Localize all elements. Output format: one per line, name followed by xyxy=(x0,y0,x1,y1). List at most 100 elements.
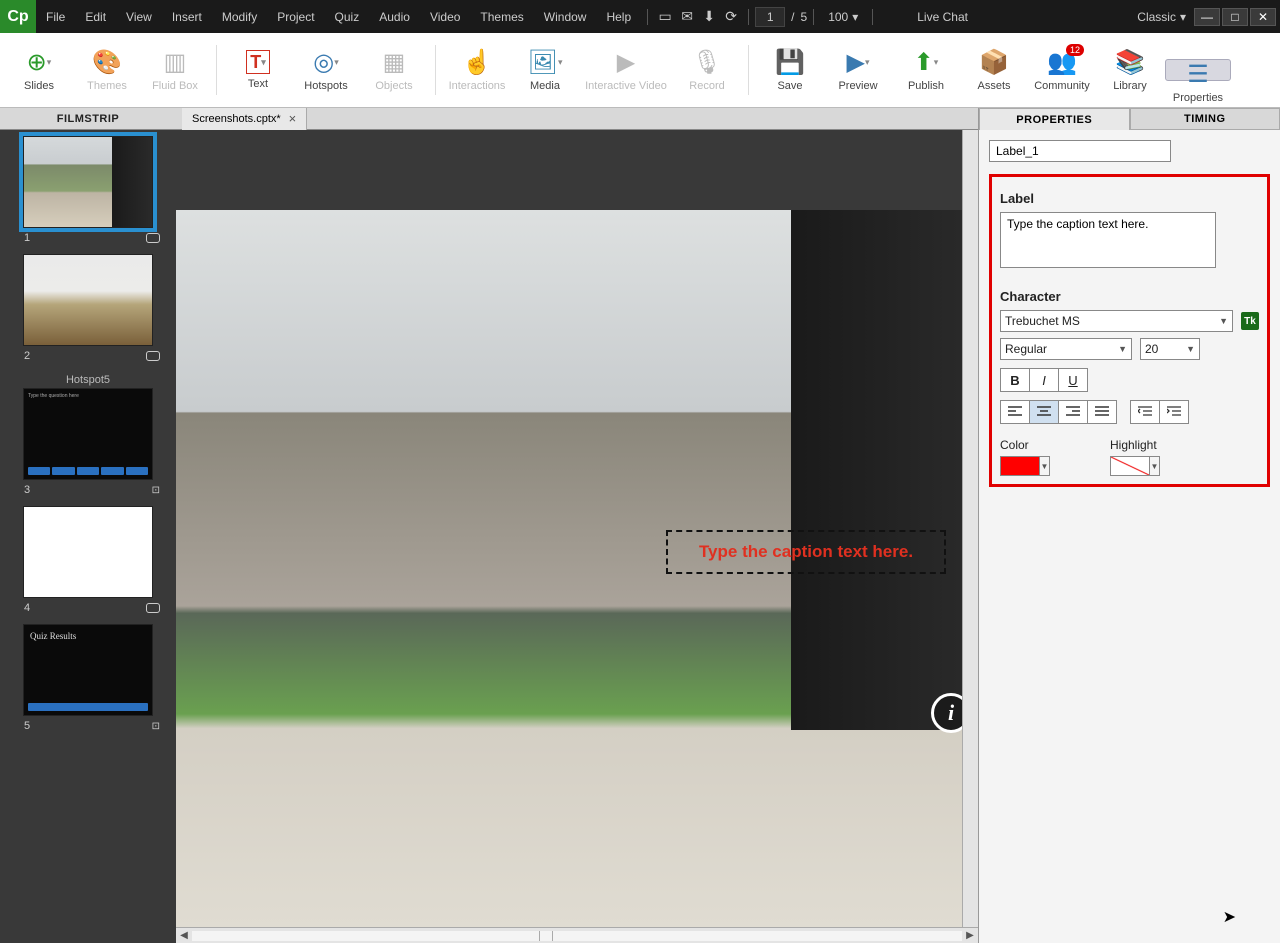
slide-thumb-4[interactable]: 4 xyxy=(6,506,170,614)
chevron-down-icon: ▼ xyxy=(1149,457,1159,475)
menu-modify[interactable]: Modify xyxy=(212,0,267,33)
book-icon: 📚 xyxy=(1116,48,1144,76)
zoom-select[interactable]: 100 ▾ xyxy=(820,10,866,24)
slide-thumb-1[interactable]: 1 xyxy=(6,136,170,244)
properties-button[interactable]: ☰ Properties xyxy=(1165,59,1231,81)
color-label: Color xyxy=(1000,438,1050,452)
menu-help[interactable]: Help xyxy=(596,0,641,33)
close-button[interactable]: ✕ xyxy=(1250,8,1276,26)
document-tab[interactable]: Screenshots.cptx* × xyxy=(182,108,307,130)
scroll-right-icon[interactable]: ▶ xyxy=(962,930,978,941)
save-icon: 💾 xyxy=(776,48,804,76)
menu-insert[interactable]: Insert xyxy=(162,0,212,33)
document-tab-label: Screenshots.cptx* xyxy=(192,113,281,125)
properties-tab[interactable]: PROPERTIES xyxy=(979,108,1130,130)
caption-text-input[interactable]: Type the caption text here. xyxy=(1000,212,1216,268)
quiz-icon: ⊡ xyxy=(152,485,160,496)
label: Interactions xyxy=(449,80,506,92)
slide-thumb-3[interactable]: Type the question here 3⊡ xyxy=(6,388,170,496)
image-icon: 🖼▾ xyxy=(531,48,559,76)
library-button[interactable]: 📚 Library xyxy=(1097,35,1163,105)
divider xyxy=(647,9,648,25)
underline-button[interactable]: U xyxy=(1058,368,1088,392)
align-justify-button[interactable] xyxy=(1087,400,1117,424)
align-center-button[interactable] xyxy=(1029,400,1059,424)
page-current-input[interactable] xyxy=(755,7,785,27)
separator xyxy=(748,45,749,95)
menu-project[interactable]: Project xyxy=(267,0,324,33)
mail-icon[interactable]: ✉ xyxy=(676,8,698,25)
filmstrip[interactable]: 1 2 Hotspot5 Type the question here 3⊡ 4… xyxy=(0,130,176,943)
label: Themes xyxy=(87,80,127,92)
slide-title: Hotspot5 xyxy=(6,372,170,388)
menu-themes[interactable]: Themes xyxy=(470,0,533,33)
minimize-button[interactable]: — xyxy=(1194,8,1220,26)
timing-tab[interactable]: TIMING xyxy=(1130,108,1280,130)
menu-file[interactable]: File xyxy=(36,0,75,33)
interactive-video-button[interactable]: ▶ Interactive Video xyxy=(580,35,672,105)
slides-button[interactable]: ⊕▾ Slides xyxy=(6,35,72,105)
close-icon[interactable]: × xyxy=(289,111,297,126)
interactions-icon: ☝ xyxy=(463,48,491,76)
workspace-select[interactable]: Classic ▾ xyxy=(1129,10,1194,24)
label: Fluid Box xyxy=(152,80,198,92)
properties-panel: PROPERTIES TIMING Label Type the caption… xyxy=(978,108,1280,943)
publish-button[interactable]: ⬆▾ Publish xyxy=(893,35,959,105)
menu-window[interactable]: Window xyxy=(534,0,597,33)
hotspots-button[interactable]: ◎▾ Hotspots xyxy=(293,35,359,105)
interactions-button[interactable]: ☝ Interactions xyxy=(444,35,510,105)
font-weight-select[interactable]: Regular▼ xyxy=(1000,338,1132,360)
menu-edit[interactable]: Edit xyxy=(75,0,116,33)
slide-num: 2 xyxy=(24,350,30,362)
font-size-select[interactable]: 20▼ xyxy=(1140,338,1200,360)
indent-decrease-button[interactable] xyxy=(1130,400,1160,424)
slide-num: 3 xyxy=(24,484,30,496)
themes-button[interactable]: 🎨 Themes xyxy=(74,35,140,105)
community-button[interactable]: 👥12 Community xyxy=(1029,35,1095,105)
text-icon: T▾ xyxy=(246,50,270,74)
maximize-button[interactable]: □ xyxy=(1222,8,1248,26)
label: Slides xyxy=(24,80,54,92)
text-color-swatch[interactable]: ▼ xyxy=(1000,456,1050,476)
text-button[interactable]: T▾ Text xyxy=(225,35,291,105)
media-button[interactable]: 🖼▾ Media xyxy=(512,35,578,105)
indent-increase-button[interactable] xyxy=(1159,400,1189,424)
bold-button[interactable]: B xyxy=(1000,368,1030,392)
label: Media xyxy=(530,80,560,92)
sync-icon[interactable]: ⟳ xyxy=(720,8,742,25)
separator xyxy=(216,45,217,95)
menu-view[interactable]: View xyxy=(116,0,162,33)
label: Preview xyxy=(838,80,877,92)
italic-button[interactable]: I xyxy=(1029,368,1059,392)
save-button[interactable]: 💾 Save xyxy=(757,35,823,105)
record-button[interactable]: 🎙 Record xyxy=(674,35,740,105)
align-left-button[interactable] xyxy=(1000,400,1030,424)
badge-count: 12 xyxy=(1066,44,1084,56)
slide-thumb-5[interactable]: Quiz Results 5⊡ xyxy=(6,624,170,732)
assets-button[interactable]: 📦 Assets xyxy=(961,35,1027,105)
preview-button[interactable]: ▶▾ Preview xyxy=(825,35,891,105)
vertical-scrollbar[interactable] xyxy=(962,130,978,943)
menu-video[interactable]: Video xyxy=(420,0,470,33)
object-name-input[interactable] xyxy=(989,140,1171,162)
live-chat-link[interactable]: Live Chat xyxy=(909,10,976,24)
font-weight-value: Regular xyxy=(1005,342,1047,356)
menu-audio[interactable]: Audio xyxy=(369,0,420,33)
label: Objects xyxy=(375,80,412,92)
horizontal-scrollbar[interactable]: ◀ ▶ xyxy=(176,927,978,943)
fluidbox-button[interactable]: ▥ Fluid Box xyxy=(142,35,208,105)
label: Save xyxy=(777,80,802,92)
font-family-select[interactable]: Trebuchet MS▼ xyxy=(1000,310,1233,332)
toolbar: ⊕▾ Slides 🎨 Themes ▥ Fluid Box T▾ Text ◎… xyxy=(0,33,1280,108)
highlight-color-swatch[interactable]: ▼ xyxy=(1110,456,1160,476)
caption-object[interactable]: Type the caption text here. xyxy=(666,530,946,574)
label: Hotspots xyxy=(304,80,347,92)
slide-thumb-2[interactable]: 2 xyxy=(6,254,170,362)
scroll-left-icon[interactable]: ◀ xyxy=(176,930,192,941)
download-icon[interactable]: ⬇ xyxy=(698,8,720,25)
typekit-icon[interactable]: Tk xyxy=(1241,312,1259,330)
objects-button[interactable]: ▦ Objects xyxy=(361,35,427,105)
menu-quiz[interactable]: Quiz xyxy=(325,0,370,33)
preview-in-browser-icon[interactable]: ▭ xyxy=(654,8,676,25)
align-right-button[interactable] xyxy=(1058,400,1088,424)
